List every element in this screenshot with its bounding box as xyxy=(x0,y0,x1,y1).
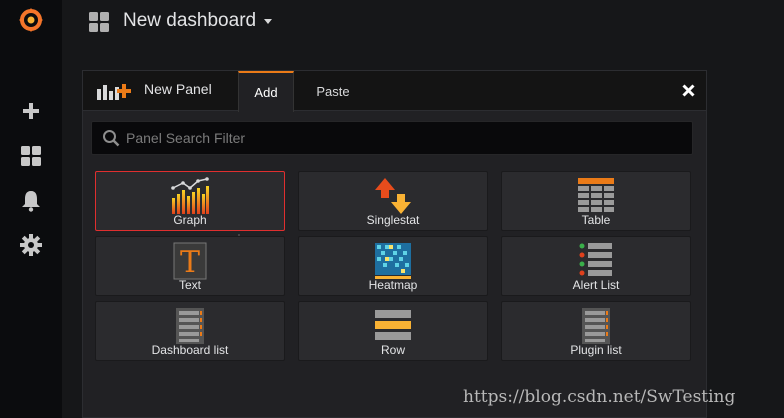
dashboard-list-icon xyxy=(176,308,204,344)
singlestat-icon xyxy=(375,178,411,214)
watermark: https://blog.csdn.net/SwTesting xyxy=(463,387,736,407)
table-icon xyxy=(578,178,614,212)
alert-list-icon xyxy=(579,243,612,276)
heatmap-icon xyxy=(375,243,411,279)
search-icon xyxy=(103,130,120,147)
panel-card-dashboard-list[interactable]: Dashboard list xyxy=(95,301,285,361)
panel-card-table[interactable]: Table xyxy=(501,171,691,231)
page-title: New dashboard xyxy=(123,10,257,31)
panel-header: New Panel Add Paste xyxy=(83,71,706,112)
bell-icon[interactable] xyxy=(0,183,62,219)
gear-icon[interactable] xyxy=(0,227,62,263)
graph-icon xyxy=(171,177,209,214)
text-icon: T xyxy=(173,242,207,280)
close-icon[interactable] xyxy=(680,82,696,98)
tab-label: Paste xyxy=(316,83,350,99)
panel-card-graph[interactable]: Graph xyxy=(95,171,285,231)
plugin-list-icon xyxy=(582,308,610,344)
panel-search-box xyxy=(91,121,693,155)
panel-card-plugin-list[interactable]: Plugin list xyxy=(501,301,691,361)
tab-add[interactable]: Add xyxy=(238,71,294,112)
panel-card-text[interactable]: T Text xyxy=(95,236,285,296)
panel-card-alert-list[interactable]: Alert List xyxy=(501,236,691,296)
sidebar xyxy=(0,0,62,418)
dashboards-grid-icon xyxy=(88,11,110,33)
dashboard-title-dropdown[interactable]: New dashboard xyxy=(123,9,273,33)
add-panel-widget: New Panel Add Paste Graph xyxy=(82,70,707,418)
plus-icon[interactable] xyxy=(0,93,62,129)
tab-paste[interactable]: Paste xyxy=(305,71,361,111)
tab-label: Add xyxy=(254,85,278,100)
row-icon xyxy=(375,310,411,340)
grafana-logo-icon[interactable] xyxy=(0,2,62,38)
svg-text:T: T xyxy=(180,245,200,280)
panel-card-row[interactable]: Row xyxy=(298,301,488,361)
panel-card-heatmap[interactable]: Heatmap xyxy=(298,236,488,296)
panel-search-input[interactable] xyxy=(126,130,686,146)
add-panel-icon xyxy=(96,81,132,106)
caret-down-icon xyxy=(264,18,273,24)
panel-title: New Panel xyxy=(144,81,212,97)
panel-card-singlestat[interactable]: Singlestat xyxy=(298,171,488,231)
dashboards-grid-icon[interactable] xyxy=(0,138,62,174)
